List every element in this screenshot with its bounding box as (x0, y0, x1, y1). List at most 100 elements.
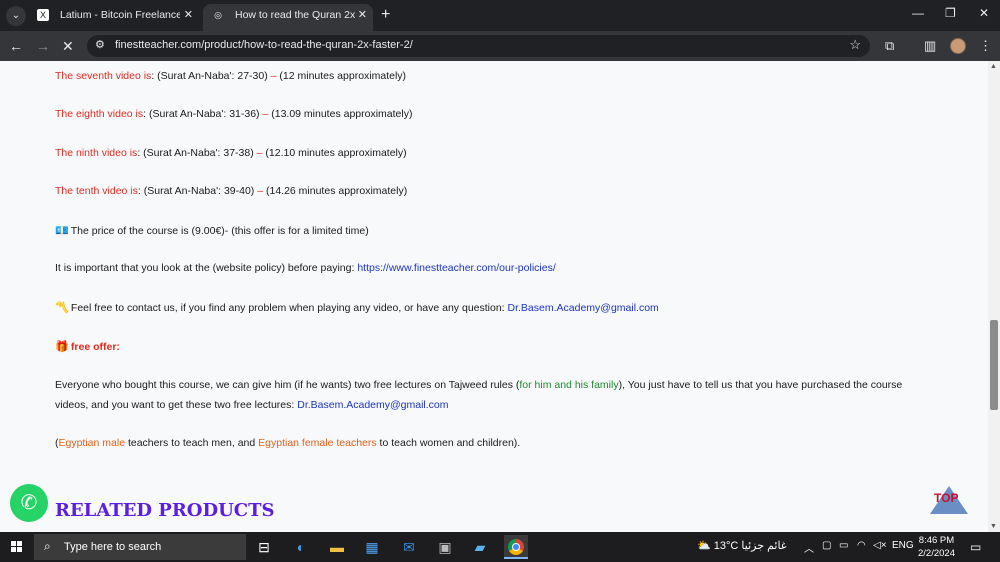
duration: (13.09 minutes approximately) (271, 108, 413, 120)
video-7-line: The seventh video is: (Surat An-Naba': 2… (55, 70, 406, 82)
policy-link[interactable]: https://www.finestteacher.com/our-polici… (357, 262, 555, 274)
system-clock[interactable]: 8:46 PM 2/2/2024 (918, 534, 955, 560)
edge-browser-icon[interactable]: ◐ (289, 535, 313, 559)
duration: (12 minutes approximately) (279, 70, 407, 82)
url-text[interactable]: finestteacher.com/product/how-to-read-th… (115, 39, 413, 51)
offer-text: Everyone who bought this course, we can … (55, 379, 520, 391)
clock-date: 2/2/2024 (918, 548, 955, 559)
surah-ref: (Surat An-Naba': 27-30) (154, 70, 268, 82)
new-tab-button[interactable]: + (381, 6, 390, 24)
side-panel-icon[interactable]: ▥ (924, 38, 936, 54)
policy-line: It is important that you look at the (we… (55, 262, 556, 274)
euro-banknote-icon: 💶 (55, 225, 69, 237)
page-scrollbar[interactable]: ▲ ▼ (988, 61, 1000, 532)
video-10-line: The tenth video is: (Surat An-Naba': 39-… (55, 185, 407, 197)
teachers-text: to teach women and children). (376, 437, 521, 449)
video-8-line: The eighth video is: (Surat An-Naba': 31… (55, 108, 412, 120)
video-label: The tenth video is (55, 185, 138, 197)
surah-ref: (Surat An-Naba': 37-38) (140, 147, 254, 159)
video-label: The seventh video is (55, 70, 152, 82)
close-tab-icon[interactable]: ✕ (358, 4, 367, 26)
volume-muted-icon[interactable]: ◁× (873, 540, 887, 551)
search-placeholder: Type here to search (64, 541, 162, 553)
bookmark-star-icon[interactable]: ☆ (849, 37, 861, 53)
menu-kebab-icon[interactable]: ⋮ (979, 38, 992, 54)
weather-text: 13°C غائم جزئيا (713, 540, 787, 552)
offer-email-link[interactable]: Dr.Basem.Academy@gmail.com (297, 399, 448, 411)
contact-email-link[interactable]: Dr.Basem.Academy@gmail.com (508, 302, 659, 314)
tab-strip: ⌄ X Latium - Bitcoin Freelance Mark ✕ ◎ … (0, 0, 1000, 31)
address-bar[interactable]: ⚙ finestteacher.com/product/how-to-read-… (87, 35, 870, 57)
scroll-down-icon[interactable]: ▼ (990, 523, 997, 530)
policy-text: It is important that you look at the (we… (55, 262, 358, 274)
price-line: 💶 The price of the course is (9.00€)- (t… (55, 224, 369, 237)
free-offer-heading: 🎁 free offer: (55, 340, 120, 353)
whatsapp-icon[interactable]: ✆ (10, 484, 48, 522)
notifications-icon[interactable]: ▭ (970, 540, 981, 554)
restore-icon[interactable]: ❐ (945, 6, 956, 20)
close-window-icon[interactable]: ✕ (979, 6, 989, 20)
surah-ref: (Surat An-Naba': 39-40) (140, 185, 255, 197)
language-indicator[interactable]: ENG (892, 540, 914, 551)
free-offer-label: free offer: (68, 341, 120, 353)
wifi-icon[interactable]: ◠ (857, 540, 866, 551)
tab-search-button[interactable]: ⌄ (6, 6, 26, 26)
teachers-line: (Egyptian male teachers to teach men, an… (55, 437, 520, 449)
search-icon: ⌕ (44, 539, 51, 553)
contact-text: Feel free to contact us, if you find any… (68, 302, 508, 314)
contact-line: 〽️ Feel free to contact us, if you find … (55, 301, 659, 314)
task-view-icon[interactable]: ⊟ (252, 535, 276, 559)
forward-arrow-icon[interactable]: → (36, 37, 50, 55)
video-9-line: The ninth video is: (Surat An-Naba': 37-… (55, 147, 407, 159)
extensions-icon[interactable]: ⧉ (885, 38, 894, 54)
tab-latium[interactable]: X Latium - Bitcoin Freelance Mark ✕ (28, 4, 199, 31)
back-to-top-button[interactable]: TOP (930, 486, 968, 514)
scrollbar-thumb[interactable] (990, 320, 998, 410)
mail-icon[interactable]: ✉ (397, 535, 421, 559)
dash: – (253, 147, 266, 159)
duration: (14.26 minutes approximately) (265, 185, 408, 197)
part-alternation-mark-icon: 〽️ (55, 302, 69, 314)
weather-widget[interactable]: ⛅ 13°C غائم جزئيا (697, 539, 787, 552)
profile-avatar[interactable] (950, 38, 966, 54)
gift-icon: 🎁 (55, 341, 69, 353)
finestteacher-favicon-icon: ◎ (214, 10, 222, 20)
dash: – (267, 70, 280, 82)
microsoft-store-icon[interactable]: ▦ (360, 535, 384, 559)
chrome-icon (508, 539, 524, 555)
surah-ref: (Surat An-Naba': 31-36) (146, 108, 260, 120)
app-icon-2[interactable]: ▰ (468, 535, 492, 559)
app-icon[interactable]: ▣ (433, 535, 457, 559)
file-explorer-icon[interactable]: ▬ (325, 535, 349, 559)
latium-favicon-icon: X (37, 9, 49, 21)
windows-start-icon[interactable] (11, 541, 23, 553)
tab-finestteacher[interactable]: ◎ How to read the Quran 2x faste ✕ (203, 4, 373, 31)
top-label: TOP (934, 491, 959, 505)
stop-loading-icon[interactable]: ✕ (62, 37, 74, 55)
show-hidden-icons-icon[interactable]: ︿ (804, 540, 814, 555)
chrome-taskbar-icon[interactable] (504, 535, 528, 559)
teachers-text: teachers to teach men, and (125, 437, 259, 449)
tab-title: Latium - Bitcoin Freelance Mark (60, 9, 180, 21)
offer-paragraph: Everyone who bought this course, we can … (55, 375, 915, 415)
dash: – (254, 185, 266, 197)
duration: (12.10 minutes approximately) (265, 147, 407, 159)
scroll-up-icon[interactable]: ▲ (990, 63, 997, 70)
price-text: The price of the course is (9.00€)- (thi… (68, 225, 369, 237)
video-label: The eighth video is (55, 108, 144, 120)
female-teachers-text: Egyptian female teachers (258, 437, 377, 449)
clock-time: 8:46 PM (918, 535, 955, 546)
page-viewport: The seventh video is: (Surat An-Naba': 2… (0, 61, 988, 532)
battery-icon[interactable]: ▭ (839, 540, 848, 551)
back-arrow-icon[interactable]: ← (9, 37, 23, 55)
related-products-heading: RELATED PRODUCTS (55, 500, 275, 521)
weather-icon: ⛅ (697, 540, 711, 552)
video-label: The ninth video is (55, 147, 138, 159)
minimize-icon[interactable]: — (912, 6, 924, 20)
offer-highlight: for him and his family (519, 379, 619, 391)
taskbar-search-box[interactable]: ⌕ Type here to search (34, 534, 246, 560)
close-tab-icon[interactable]: ✕ (184, 4, 193, 26)
meet-now-icon[interactable]: ▢ (822, 540, 831, 551)
site-info-icon[interactable]: ⚙ (95, 38, 105, 51)
windows-taskbar: ⌕ Type here to search ⊟ ◐ ▬ ▦ ✉ ▣ ▰ ⛅ 13… (0, 532, 1000, 562)
